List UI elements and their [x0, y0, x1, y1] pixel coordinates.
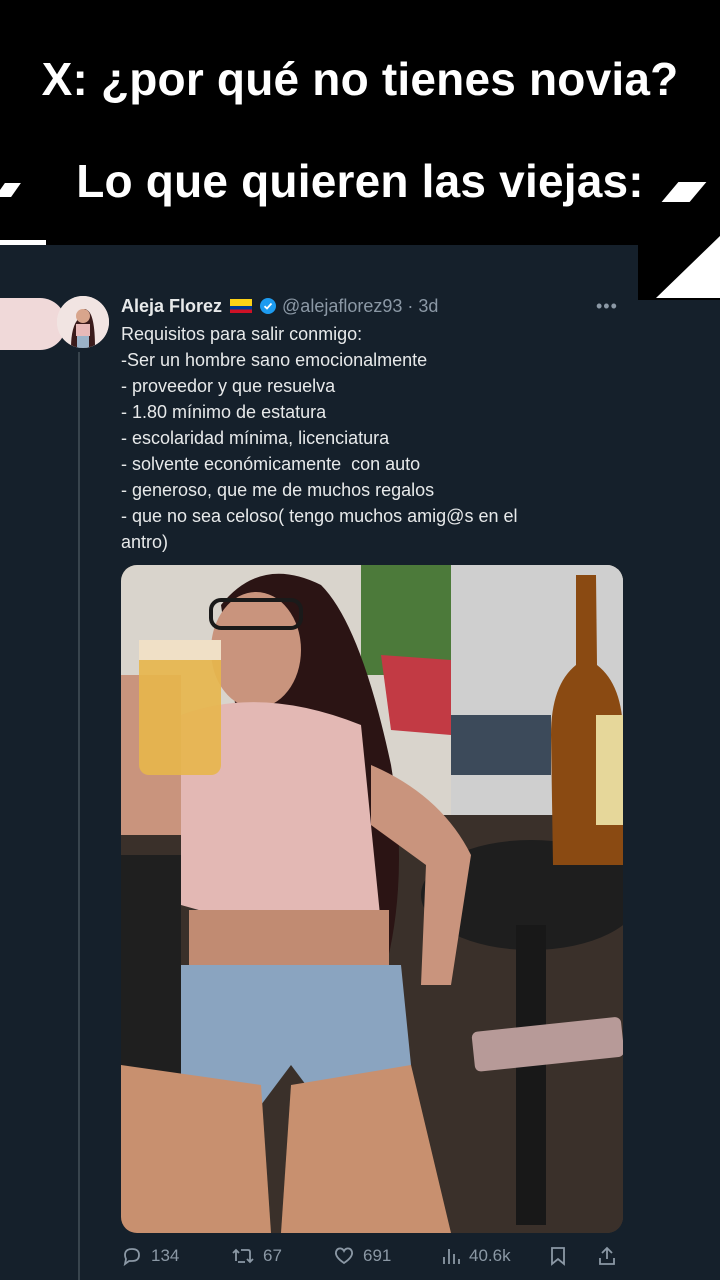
more-icon[interactable]: •••: [596, 296, 618, 317]
tweet-photo[interactable]: [121, 565, 623, 1233]
tweet-text-line: - 1.80 mínimo de estatura: [121, 402, 327, 422]
retweet-icon: [232, 1248, 254, 1264]
tweet-text: Requisitos para salir conmigo: -Ser un h…: [121, 321, 591, 555]
tweet-text-line: - que no sea celoso( tengo muchos amig@s…: [121, 506, 518, 526]
tweet-text-line: - solvente económicamente con auto: [121, 454, 421, 474]
thread-line: [78, 352, 80, 1280]
handle-and-time[interactable]: @alejaflorez93 · 3d: [282, 296, 438, 317]
colombia-flag-icon: [230, 299, 253, 313]
tweet-header: Aleja Florez @alejaflorez93 · 3d: [121, 294, 438, 318]
verified-badge-icon: [260, 298, 277, 314]
reply-icon: [123, 1248, 140, 1267]
like-icon: [335, 1247, 353, 1265]
reply-count: 134: [151, 1246, 180, 1265]
tweet-text-line: - generoso, que me de muchos regalos: [121, 480, 435, 500]
views-count: 40.6k: [469, 1246, 511, 1265]
like-button[interactable]: 691: [333, 1245, 391, 1267]
share-icon: [599, 1246, 615, 1265]
share-button[interactable]: [597, 1245, 617, 1267]
retweet-count: 67: [263, 1246, 282, 1265]
retweet-button[interactable]: 67: [231, 1245, 282, 1267]
views-icon: [443, 1249, 460, 1264]
tweet-actions-bar: 134 67 691 40.6k: [121, 1245, 621, 1273]
bookmark-button[interactable]: [549, 1245, 567, 1267]
views-button[interactable]: 40.6k: [441, 1245, 511, 1267]
avatar[interactable]: [57, 296, 109, 348]
tweet-text-line: Requisitos para salir conmigo:: [121, 324, 363, 344]
reply-button[interactable]: 134: [121, 1245, 179, 1267]
white-corner-triangle: [656, 236, 720, 298]
tweet-text-line: -Ser un hombre sano emocionalmente: [121, 350, 428, 370]
meme-caption-area: X: ¿por qué no tienes novia? Lo que quie…: [0, 0, 720, 245]
meme-caption-line-2: Lo que quieren las viejas:: [76, 155, 644, 207]
meme-caption-line-1: X: ¿por qué no tienes novia?: [41, 53, 679, 105]
author-name[interactable]: Aleja Florez: [121, 296, 222, 317]
bookmark-icon: [551, 1247, 565, 1266]
like-count: 691: [363, 1246, 392, 1265]
tweet-text-line: antro): [121, 532, 169, 552]
tweet-text-line: - escolaridad mínima, licenciatura: [121, 428, 390, 448]
tweet-text-line: - proveedor y que resuelva: [121, 376, 336, 396]
